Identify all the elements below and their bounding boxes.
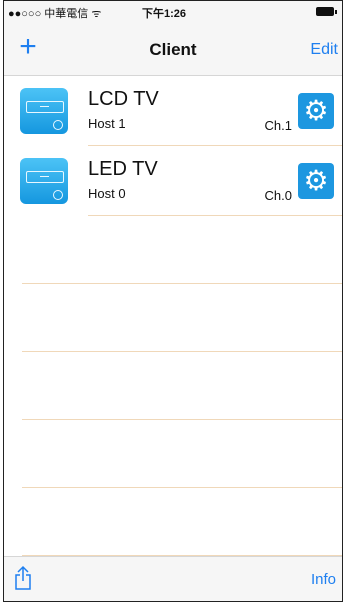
carrier-label: ●●○○○ 中華電信 ᯤ	[8, 8, 102, 20]
client-channel: Ch.0	[264, 188, 292, 203]
client-row-led-tv[interactable]: LED TV Host 0 Ch.0 ⚙	[4, 146, 342, 216]
row-divider	[88, 215, 342, 216]
battery-icon	[316, 7, 337, 16]
status-bar: ●●○○○ 中華電信 ᯤ 下午1:26	[4, 1, 342, 23]
client-name: LED TV	[88, 158, 158, 180]
client-settings-button[interactable]: ⚙	[298, 93, 334, 129]
gear-icon: ⚙	[303, 165, 329, 196]
tv-screen-glyph	[26, 171, 64, 183]
empty-row-divider	[22, 351, 342, 352]
empty-row-divider	[22, 419, 342, 420]
client-host: Host 0	[88, 186, 126, 201]
client-row-lcd-tv[interactable]: LCD TV Host 1 Ch.1 ⚙	[4, 76, 342, 146]
app-window: ●●○○○ 中華電信 ᯤ 下午1:26 + Client Edit LCD TV…	[3, 0, 343, 602]
signal-glyph	[53, 190, 63, 200]
empty-row-divider	[22, 283, 342, 284]
client-settings-button[interactable]: ⚙	[298, 163, 334, 199]
tv-icon	[20, 88, 68, 134]
share-icon	[15, 565, 31, 590]
status-time: 下午1:26	[142, 8, 187, 20]
share-button[interactable]	[14, 565, 32, 591]
client-name: LCD TV	[88, 88, 159, 110]
empty-row-divider	[22, 487, 342, 488]
info-button[interactable]: Info	[311, 571, 336, 588]
client-channel: Ch.1	[264, 118, 292, 133]
tv-screen-glyph	[26, 101, 64, 113]
navigation-bar: + Client Edit	[4, 23, 342, 76]
tv-icon	[20, 158, 68, 204]
client-host: Host 1	[88, 116, 126, 131]
edit-button[interactable]: Edit	[310, 41, 338, 59]
gear-icon: ⚙	[303, 95, 329, 126]
bottom-toolbar: Info	[4, 556, 342, 601]
page-title: Client	[149, 40, 197, 59]
signal-glyph	[53, 120, 63, 130]
